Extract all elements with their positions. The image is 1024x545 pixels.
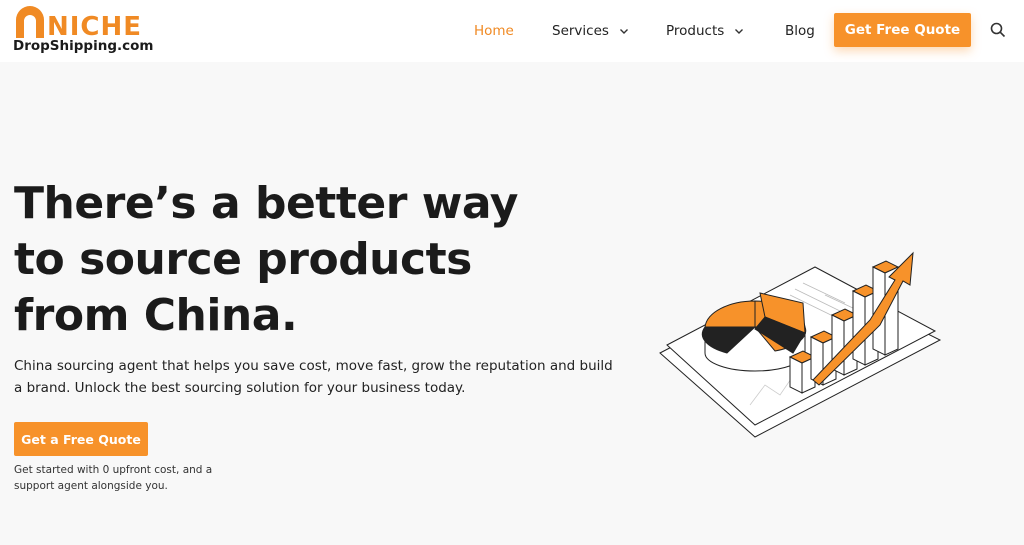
chart-growth-illustration <box>659 251 942 438</box>
logo-domain: DropShipping.com <box>13 38 154 54</box>
nav-services[interactable]: Services <box>552 22 629 40</box>
chevron-down-icon <box>735 29 744 34</box>
hero-note: Get started with 0 upfront cost, and a s… <box>14 464 213 492</box>
site-header: NICHE DropShipping.com Home Services Pro… <box>0 0 1024 62</box>
nav-home-label: Home <box>474 23 514 39</box>
search-icon[interactable] <box>990 22 1006 38</box>
logo-arch-icon <box>16 6 44 38</box>
hero-title: There’s a better way to source products … <box>14 178 518 341</box>
nav-products[interactable]: Products <box>666 22 744 40</box>
nav-services-label: Services <box>552 23 609 39</box>
nav-blog[interactable]: Blog <box>785 22 815 40</box>
chevron-down-icon <box>619 29 628 34</box>
get-free-quote-button[interactable]: Get Free Quote <box>834 13 971 47</box>
nav-home[interactable]: Home <box>474 22 514 40</box>
hero-subtitle: China sourcing agent that helps you save… <box>14 358 613 396</box>
site-logo[interactable]: NICHE DropShipping.com <box>13 6 158 56</box>
get-a-free-quote-button[interactable]: Get a Free Quote <box>14 422 148 456</box>
nav-blog-label: Blog <box>785 23 815 39</box>
nav-products-label: Products <box>666 23 725 39</box>
